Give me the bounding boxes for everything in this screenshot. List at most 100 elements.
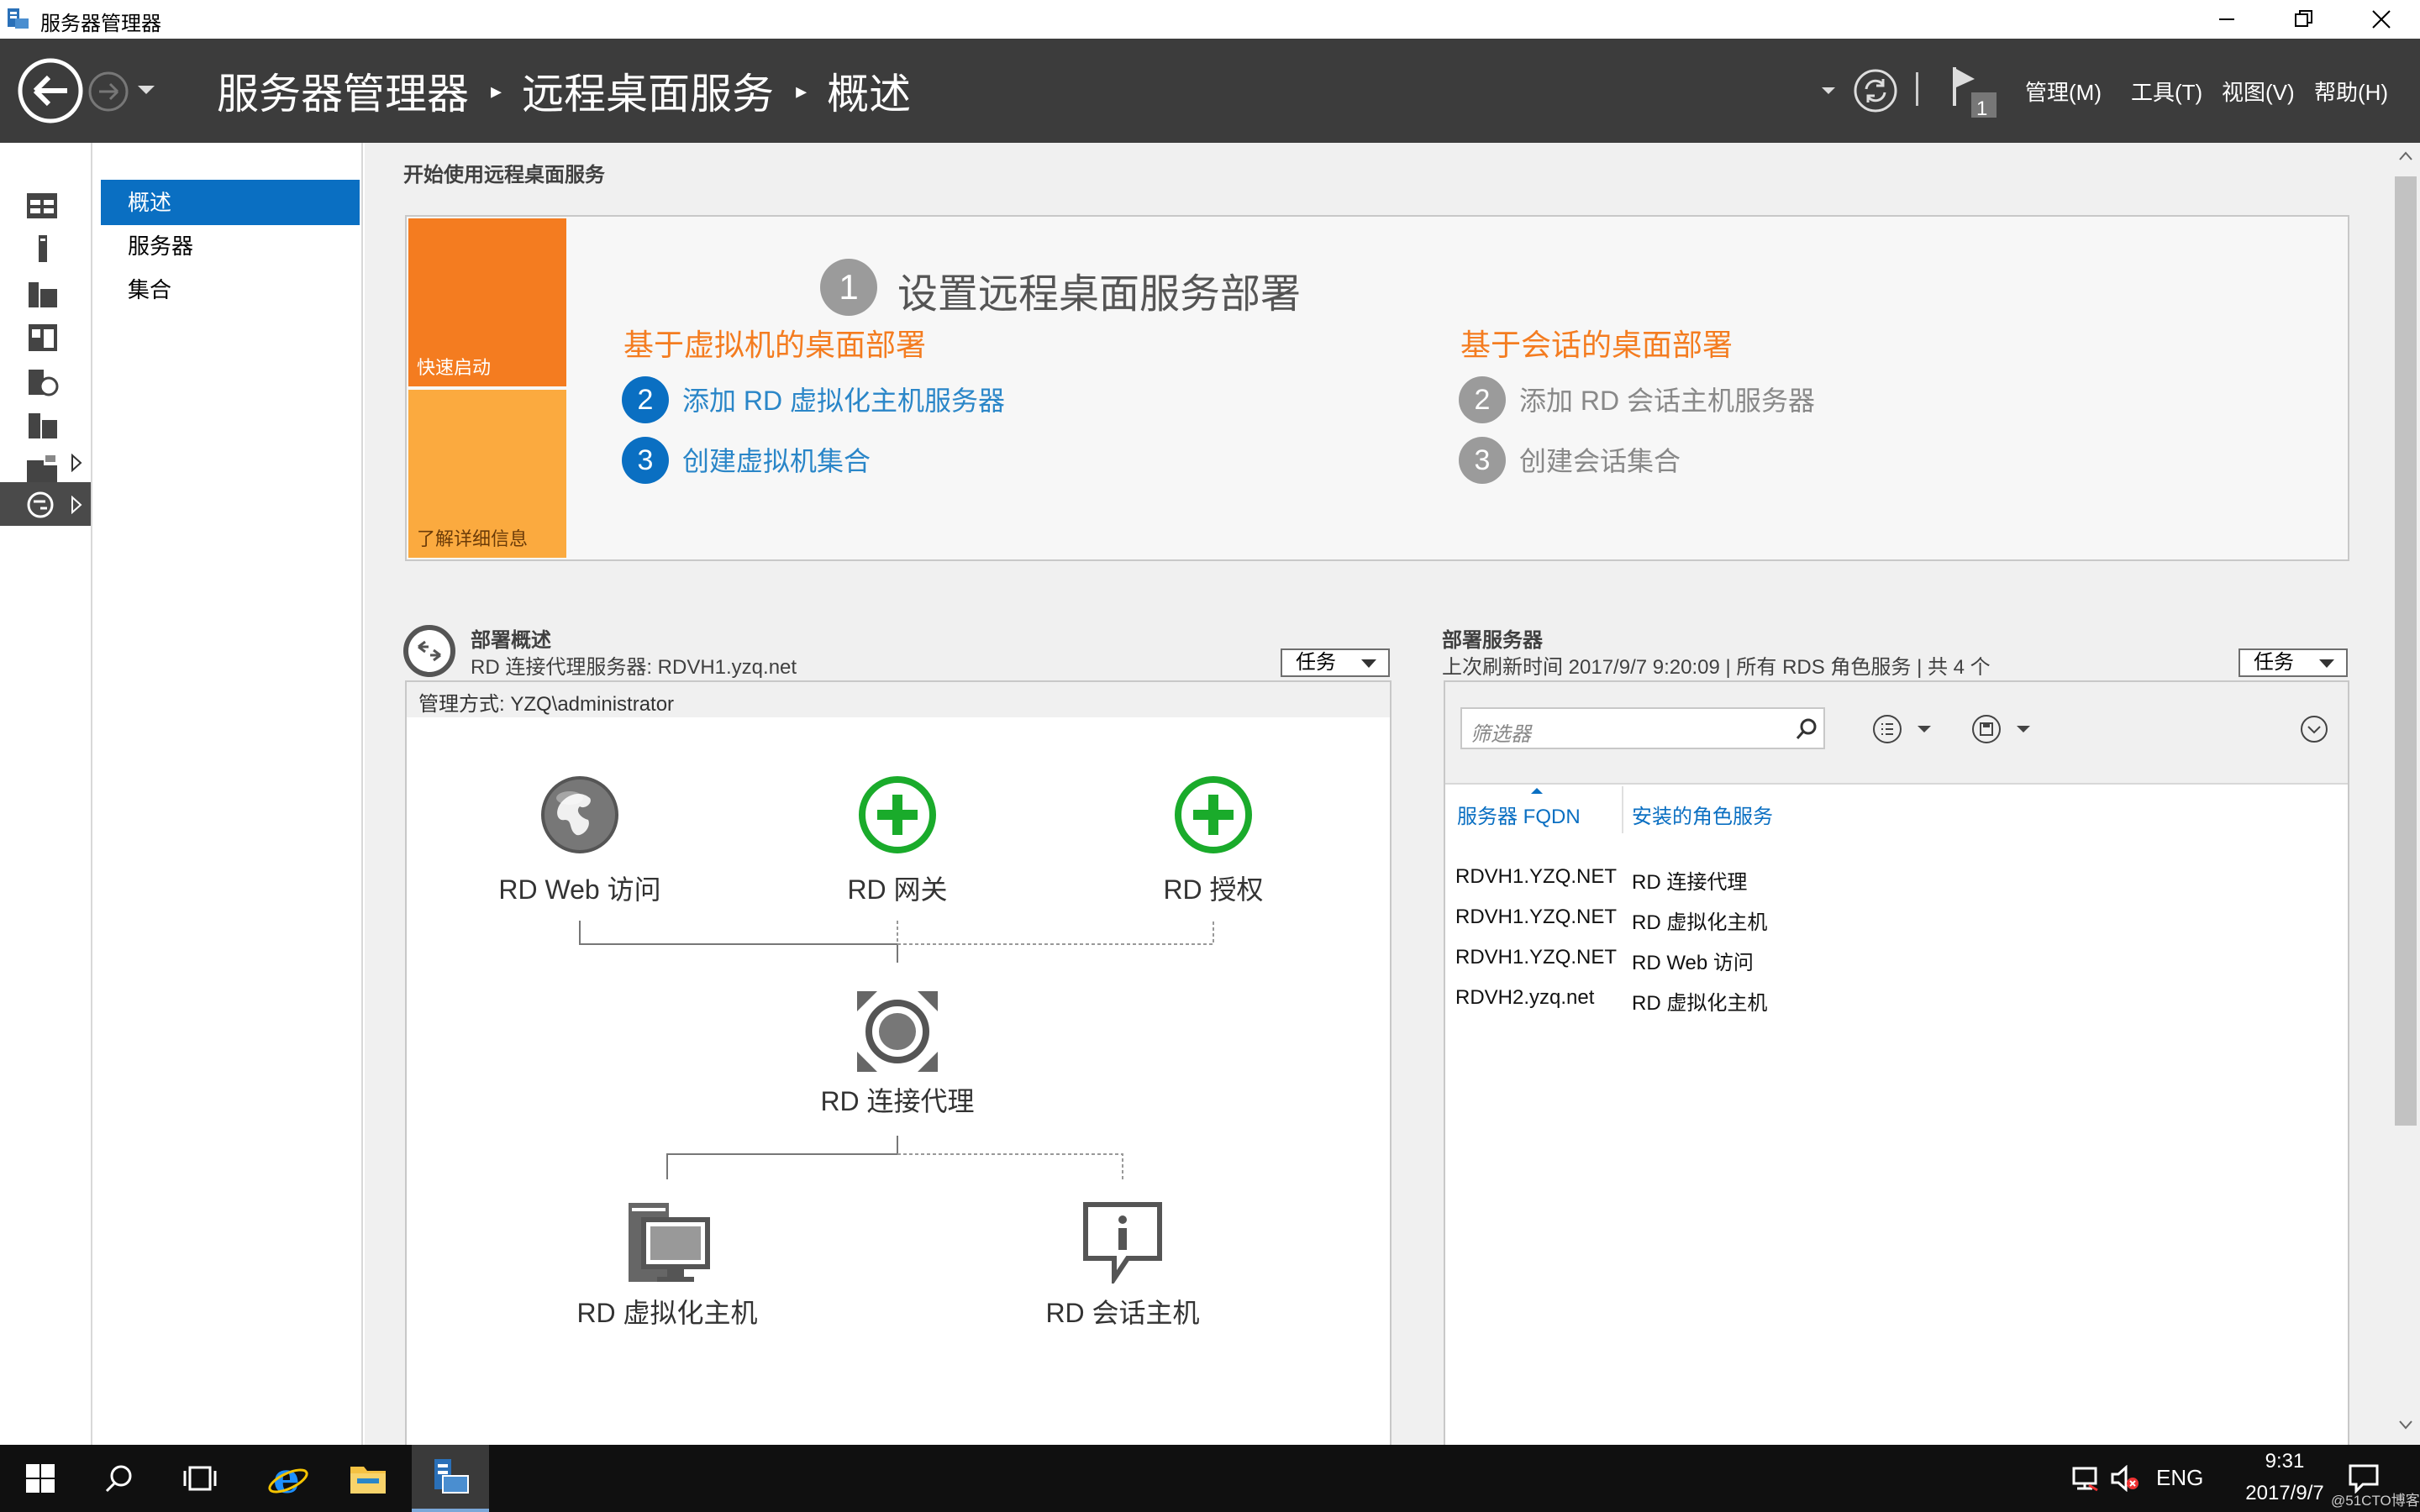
nav-item-servers[interactable]: 服务器 (101, 223, 360, 269)
rd-session-host-label: RD 会话主机 (1045, 1298, 1200, 1328)
local-server-icon[interactable] (22, 227, 64, 269)
search-icon (105, 1465, 132, 1493)
network-icon[interactable] (2070, 1465, 2101, 1492)
column-header-roles[interactable]: 安装的角色服务 (1632, 800, 1773, 829)
globe-icon[interactable] (538, 773, 622, 857)
remote-desktop-services-icon (27, 491, 54, 518)
server-manager-app-icon (8, 8, 29, 29)
deployment-servers-title: 部署服务器 (1442, 629, 1543, 652)
header-divider (1916, 72, 1918, 106)
add-rd-virtualization-host-link[interactable]: 添加 RD 虚拟化主机服务器 (682, 380, 1005, 418)
column-separator[interactable] (1622, 786, 1623, 833)
deployment-servers-panel: 筛选器 服务器 FQDN 安装的角色服务 RDVH1.YZQ.NET RD 连接… (1444, 680, 2349, 1445)
virtualization-host-icon[interactable] (627, 1200, 711, 1284)
minimize-icon (2219, 18, 2234, 20)
search-button[interactable] (81, 1445, 158, 1512)
iis-icon[interactable] (22, 360, 64, 402)
clock-date[interactable]: 2017/9/7 (2222, 1482, 2348, 1505)
step1-number: 1 (820, 259, 877, 316)
menu-manage[interactable]: 管理(M) (2025, 76, 2102, 107)
list-view-options-icon[interactable] (1872, 712, 1939, 746)
folder-icon (350, 1467, 386, 1494)
restore-button[interactable] (2265, 0, 2343, 39)
filter-box[interactable]: 筛选器 (1460, 707, 1825, 749)
expand-arrow-icon[interactable] (71, 454, 82, 472)
table-row[interactable]: RDVH1.YZQ.NET (1455, 946, 1617, 969)
learn-more-tile[interactable]: 了解详细信息 (408, 390, 566, 558)
deployment-overview-subtitle: RD 连接代理服务器: RDVH1.yzq.net (471, 656, 797, 679)
expand-chevron-icon[interactable] (2297, 712, 2331, 746)
expand-arrow-icon[interactable] (71, 496, 82, 514)
table-row[interactable]: RDVH1.YZQ.NET (1455, 906, 1617, 929)
notifications-flag-icon[interactable] (1949, 64, 2002, 119)
session-host-icon[interactable] (1081, 1200, 1165, 1284)
clock-time[interactable]: 9:31 (2247, 1450, 2323, 1473)
add-rd-licensing-icon[interactable] (1171, 773, 1255, 857)
main-content: 开始使用远程桌面服务 快速启动 了解详细信息 1 设置远程桌面服务部署 基于虚拟… (365, 143, 2391, 1445)
server-fqdn-cell: RDVH1.YZQ.NET (1455, 865, 1618, 888)
breadcrumb-server-manager[interactable]: 服务器管理器 (217, 60, 469, 121)
vm-step-2-number: 2 (622, 376, 669, 423)
add-rd-gateway-icon[interactable] (855, 773, 939, 857)
scroll-up-icon[interactable] (2398, 151, 2413, 161)
window-title: 服务器管理器 (40, 13, 161, 35)
vm-deployment-title: 基于虚拟机的桌面部署 (623, 328, 927, 362)
task-view-button[interactable] (161, 1445, 239, 1512)
overview-tasks-button[interactable]: 任务 (1281, 648, 1390, 677)
left-icon-sidebar (0, 143, 92, 1445)
close-button[interactable] (2343, 0, 2420, 39)
filter-placeholder: 筛选器 (1470, 723, 1531, 746)
forward-button[interactable] (87, 71, 129, 113)
sub-navigation: 概述 服务器 集合 (92, 143, 363, 1445)
rd-licensing-label: RD 授权 (1163, 874, 1264, 905)
breadcrumb-remote-desktop[interactable]: 远程桌面服务 (522, 60, 774, 121)
server-manager-taskbar-button[interactable] (412, 1445, 489, 1512)
nav-item-overview[interactable]: 概述 (101, 180, 360, 225)
sort-ascending-icon (1531, 788, 1543, 794)
internet-explorer-button[interactable]: e (249, 1445, 326, 1512)
column-header-fqdn[interactable]: 服务器 FQDN (1457, 800, 1581, 829)
breadcrumb: 服务器管理器 ▸ 远程桌面服务 ▸ 概述 (217, 62, 911, 119)
server-fqdn-cell: RDVH1.YZQ.NET (1455, 946, 1618, 969)
menu-view[interactable]: 视图(V) (2222, 76, 2295, 107)
create-vm-collection-link[interactable]: 创建虚拟机集合 (682, 440, 871, 479)
column-header-divider (1445, 783, 2348, 785)
watermark: @51CTO博客 (2331, 1493, 2420, 1509)
history-dropdown-icon[interactable] (136, 84, 156, 97)
all-servers-icon[interactable] (22, 272, 64, 314)
table-row[interactable]: RDVH2.yzq.net (1455, 986, 1594, 1010)
server-manager-icon (434, 1459, 469, 1494)
search-icon[interactable] (1795, 717, 1818, 741)
minimize-button[interactable] (2188, 0, 2265, 39)
rd-gateway-label: RD 网关 (847, 874, 948, 905)
breadcrumb-separator-icon: ▸ (796, 77, 808, 103)
step1-title: 设置远程桌面服务部署 (897, 272, 1302, 317)
table-row[interactable]: RDVH1.YZQ.NET (1455, 865, 1617, 889)
input-language[interactable]: ENG (2156, 1465, 2203, 1491)
dropdown-icon[interactable] (1820, 86, 1837, 97)
refresh-button[interactable] (1852, 67, 1899, 114)
dashboard-icon[interactable] (22, 185, 64, 227)
deployment-overview-title: 部署概述 (471, 629, 551, 652)
deployment-diagram-panel: 管理方式: YZQ\administrator RD Web 访问 RD 网关 … (405, 680, 1392, 1445)
scroll-down-icon[interactable] (2398, 1420, 2413, 1430)
connection-broker-icon[interactable] (854, 988, 941, 1075)
scrollbar-thumb[interactable] (2395, 176, 2417, 1126)
quick-start-tile[interactable]: 快速启动 (408, 218, 566, 386)
server-fqdn-cell: RDVH1.YZQ.NET (1455, 906, 1618, 928)
role-group-icon[interactable] (22, 403, 64, 445)
nav-item-collections[interactable]: 集合 (101, 267, 360, 312)
file-storage-icon[interactable] (22, 316, 64, 358)
menu-help[interactable]: 帮助(H) (2314, 76, 2388, 107)
title-bar: 服务器管理器 (0, 0, 2420, 39)
rds-deployment-icon (403, 625, 455, 677)
breadcrumb-overview: 概述 (827, 71, 912, 118)
save-query-icon[interactable] (1971, 712, 2039, 746)
servers-tasks-button[interactable]: 任务 (2238, 648, 2348, 677)
file-explorer-button[interactable] (329, 1445, 407, 1512)
menu-tools[interactable]: 工具(T) (2131, 76, 2202, 107)
session-step-3-number: 3 (1459, 437, 1506, 484)
back-button[interactable] (17, 57, 84, 124)
start-button[interactable] (2, 1445, 79, 1512)
volume-muted-icon[interactable] (2109, 1465, 2139, 1492)
